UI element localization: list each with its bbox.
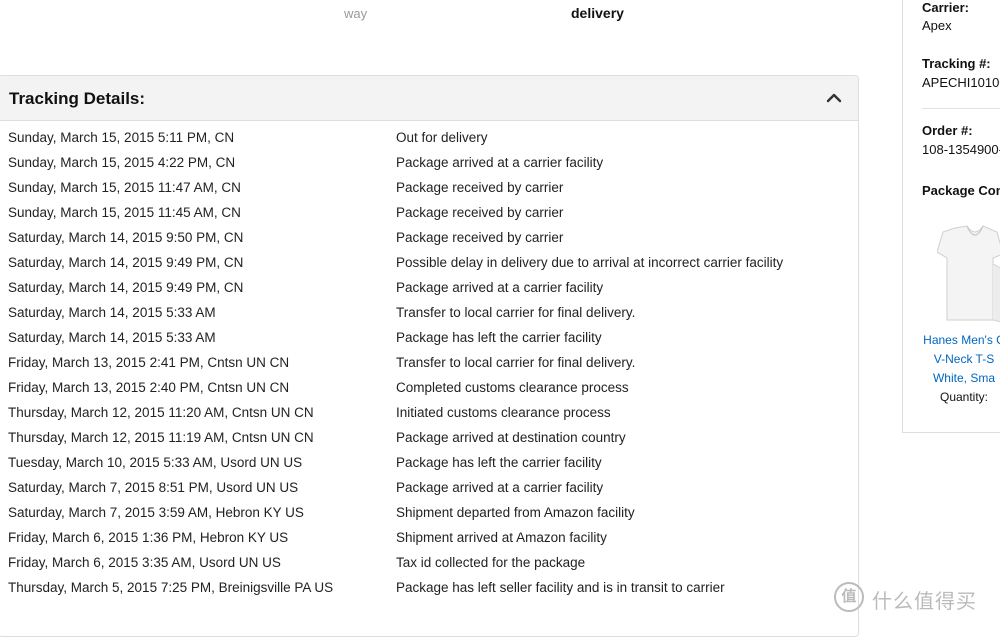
chevron-up-icon[interactable] [824,88,844,108]
event-status: Package received by carrier [396,205,564,220]
progress-step-delivery-label: delivery [571,5,624,21]
tracking-event-row: Sunday, March 15, 2015 11:45 AM, CN Packa… [0,201,858,226]
event-time: Tuesday, March 10, 2015 5:33 AM, Usord U… [8,455,303,470]
product-title-line-2[interactable]: V-Neck T-S [909,352,1000,366]
event-status: Shipment arrived at Amazon facility [396,530,607,545]
event-status: Transfer to local carrier for final deli… [396,305,636,320]
event-time: Sunday, March 15, 2015 11:45 AM, CN [8,205,241,220]
event-time: Thursday, March 5, 2015 7:25 PM, Breinig… [8,580,334,595]
event-status: Package has left the carrier facility [396,330,602,345]
tracking-event-row: Tuesday, March 10, 2015 5:33 AM, Usord U… [0,451,858,476]
progress-step-way-label: way [344,6,368,21]
event-status: Possible delay in delivery due to arriva… [396,255,784,270]
tracking-event-row: Saturday, March 7, 2015 3:59 AM, Hebron … [0,501,858,526]
tracking-event-row: Saturday, March 14, 2015 9:49 PM, CN Pack… [0,276,858,301]
watermark-text: 什么值得买 [872,591,977,613]
tracking-event-row: Saturday, March 14, 2015 9:49 PM, CN Poss… [0,251,858,276]
tracking-event-row: Sunday, March 15, 2015 5:11 PM, CN Out fo… [0,126,858,151]
tracking-event-row: Sunday, March 15, 2015 4:22 PM, CN Packag… [0,151,858,176]
event-status: Package has left the carrier facility [396,455,602,470]
carrier-value: Apex [922,18,952,33]
tracking-event-row: Friday, March 6, 2015 3:35 AM, Usord UN … [0,551,858,576]
product-image[interactable] [937,224,1000,324]
event-status: Package arrived at a carrier facility [396,280,604,295]
event-status: Package received by carrier [396,230,564,245]
tracking-event-row: Saturday, March 14, 2015 5:33 AM Transfer… [0,301,858,326]
tracking-event-row: Friday, March 6, 2015 1:36 PM, Hebron KY… [0,526,858,551]
event-status: Initiated customs clearance process [396,405,611,420]
tracking-event-row: Thursday, March 12, 2015 11:19 AM, Cntsn… [0,426,858,451]
tracking-number-value: APECHI10100 [922,75,1000,90]
event-time: Saturday, March 14, 2015 9:49 PM, CN [8,255,244,270]
event-time: Saturday, March 14, 2015 5:33 AM [8,330,216,345]
event-status: Package received by carrier [396,180,564,195]
tracking-event-row: Saturday, March 14, 2015 5:33 AM Package … [0,326,858,351]
tracking-event-row: Thursday, March 12, 2015 11:20 AM, Cntsn… [0,401,858,426]
tracking-event-row: Thursday, March 5, 2015 7:25 PM, Breinig… [0,576,858,601]
event-time: Thursday, March 12, 2015 11:19 AM, Cntsn… [8,430,314,445]
tracking-event-row: Saturday, March 7, 2015 8:51 PM, Usord U… [0,476,858,501]
event-status: Package arrived at destination country [396,430,626,445]
event-time: Saturday, March 14, 2015 9:49 PM, CN [8,280,244,295]
event-time: Saturday, March 14, 2015 9:50 PM, CN [8,230,244,245]
event-status: Completed customs clearance process [396,380,629,395]
event-status: Transfer to local carrier for final deli… [396,355,636,370]
tracking-event-row: Friday, March 13, 2015 2:40 PM, Cntsn UN… [0,376,858,401]
event-time: Saturday, March 14, 2015 5:33 AM [8,305,216,320]
event-time: Friday, March 13, 2015 2:41 PM, Cntsn UN… [8,355,290,370]
event-time: Friday, March 6, 2015 1:36 PM, Hebron KY… [8,530,289,545]
event-status: Package has left seller facility and is … [396,580,725,595]
tracking-number-label: Tracking #: [922,56,991,71]
package-contents-label: Package Con [922,183,1000,198]
event-time: Sunday, March 15, 2015 4:22 PM, CN [8,155,236,170]
product-quantity-label: Quantity: [939,390,989,404]
watermark: 值 什么值得买 [834,580,994,616]
event-time: Friday, March 6, 2015 3:35 AM, Usord UN … [8,555,281,570]
event-time: Saturday, March 7, 2015 8:51 PM, Usord U… [8,480,299,495]
tracking-event-row: Sunday, March 15, 2015 11:47 AM, CN Packa… [0,176,858,201]
sidebar-divider [922,108,1000,109]
order-number-value[interactable]: 108-1354900- [922,142,1000,157]
tracking-details-panel: Tracking Details: Sunday, March 15, 2015… [0,75,859,637]
event-time: Sunday, March 15, 2015 5:11 PM, CN [8,130,235,145]
event-status: Package arrived at a carrier facility [396,155,604,170]
tracking-details-title: Tracking Details: [9,89,146,108]
watermark-logo-icon: 值 [834,582,864,612]
product-title-line-1[interactable]: Hanes Men's C [909,333,1000,347]
event-status: Shipment departed from Amazon facility [396,505,635,520]
tracking-event-row: Friday, March 13, 2015 2:41 PM, Cntsn UN… [0,351,858,376]
event-time: Sunday, March 15, 2015 11:47 AM, CN [8,180,241,195]
tracking-details-header[interactable]: Tracking Details: [0,76,858,121]
event-time: Saturday, March 7, 2015 3:59 AM, Hebron … [8,505,304,520]
shipment-info-sidebar: Carrier: Apex Tracking #: APECHI10100 Or… [902,0,1000,433]
event-time: Thursday, March 12, 2015 11:20 AM, Cntsn… [8,405,314,420]
tracking-events-list: Sunday, March 15, 2015 5:11 PM, CN Out fo… [0,126,858,601]
carrier-label: Carrier: [922,0,969,15]
event-time: Friday, March 13, 2015 2:40 PM, Cntsn UN… [8,380,290,395]
event-status: Out for delivery [396,130,488,145]
event-status: Package arrived at a carrier facility [396,480,604,495]
tracking-event-row: Saturday, March 14, 2015 9:50 PM, CN Pack… [0,226,858,251]
order-number-label: Order #: [922,123,973,138]
product-title-line-3[interactable]: White, Sma [909,371,1000,385]
event-status: Tax id collected for the package [396,555,586,570]
